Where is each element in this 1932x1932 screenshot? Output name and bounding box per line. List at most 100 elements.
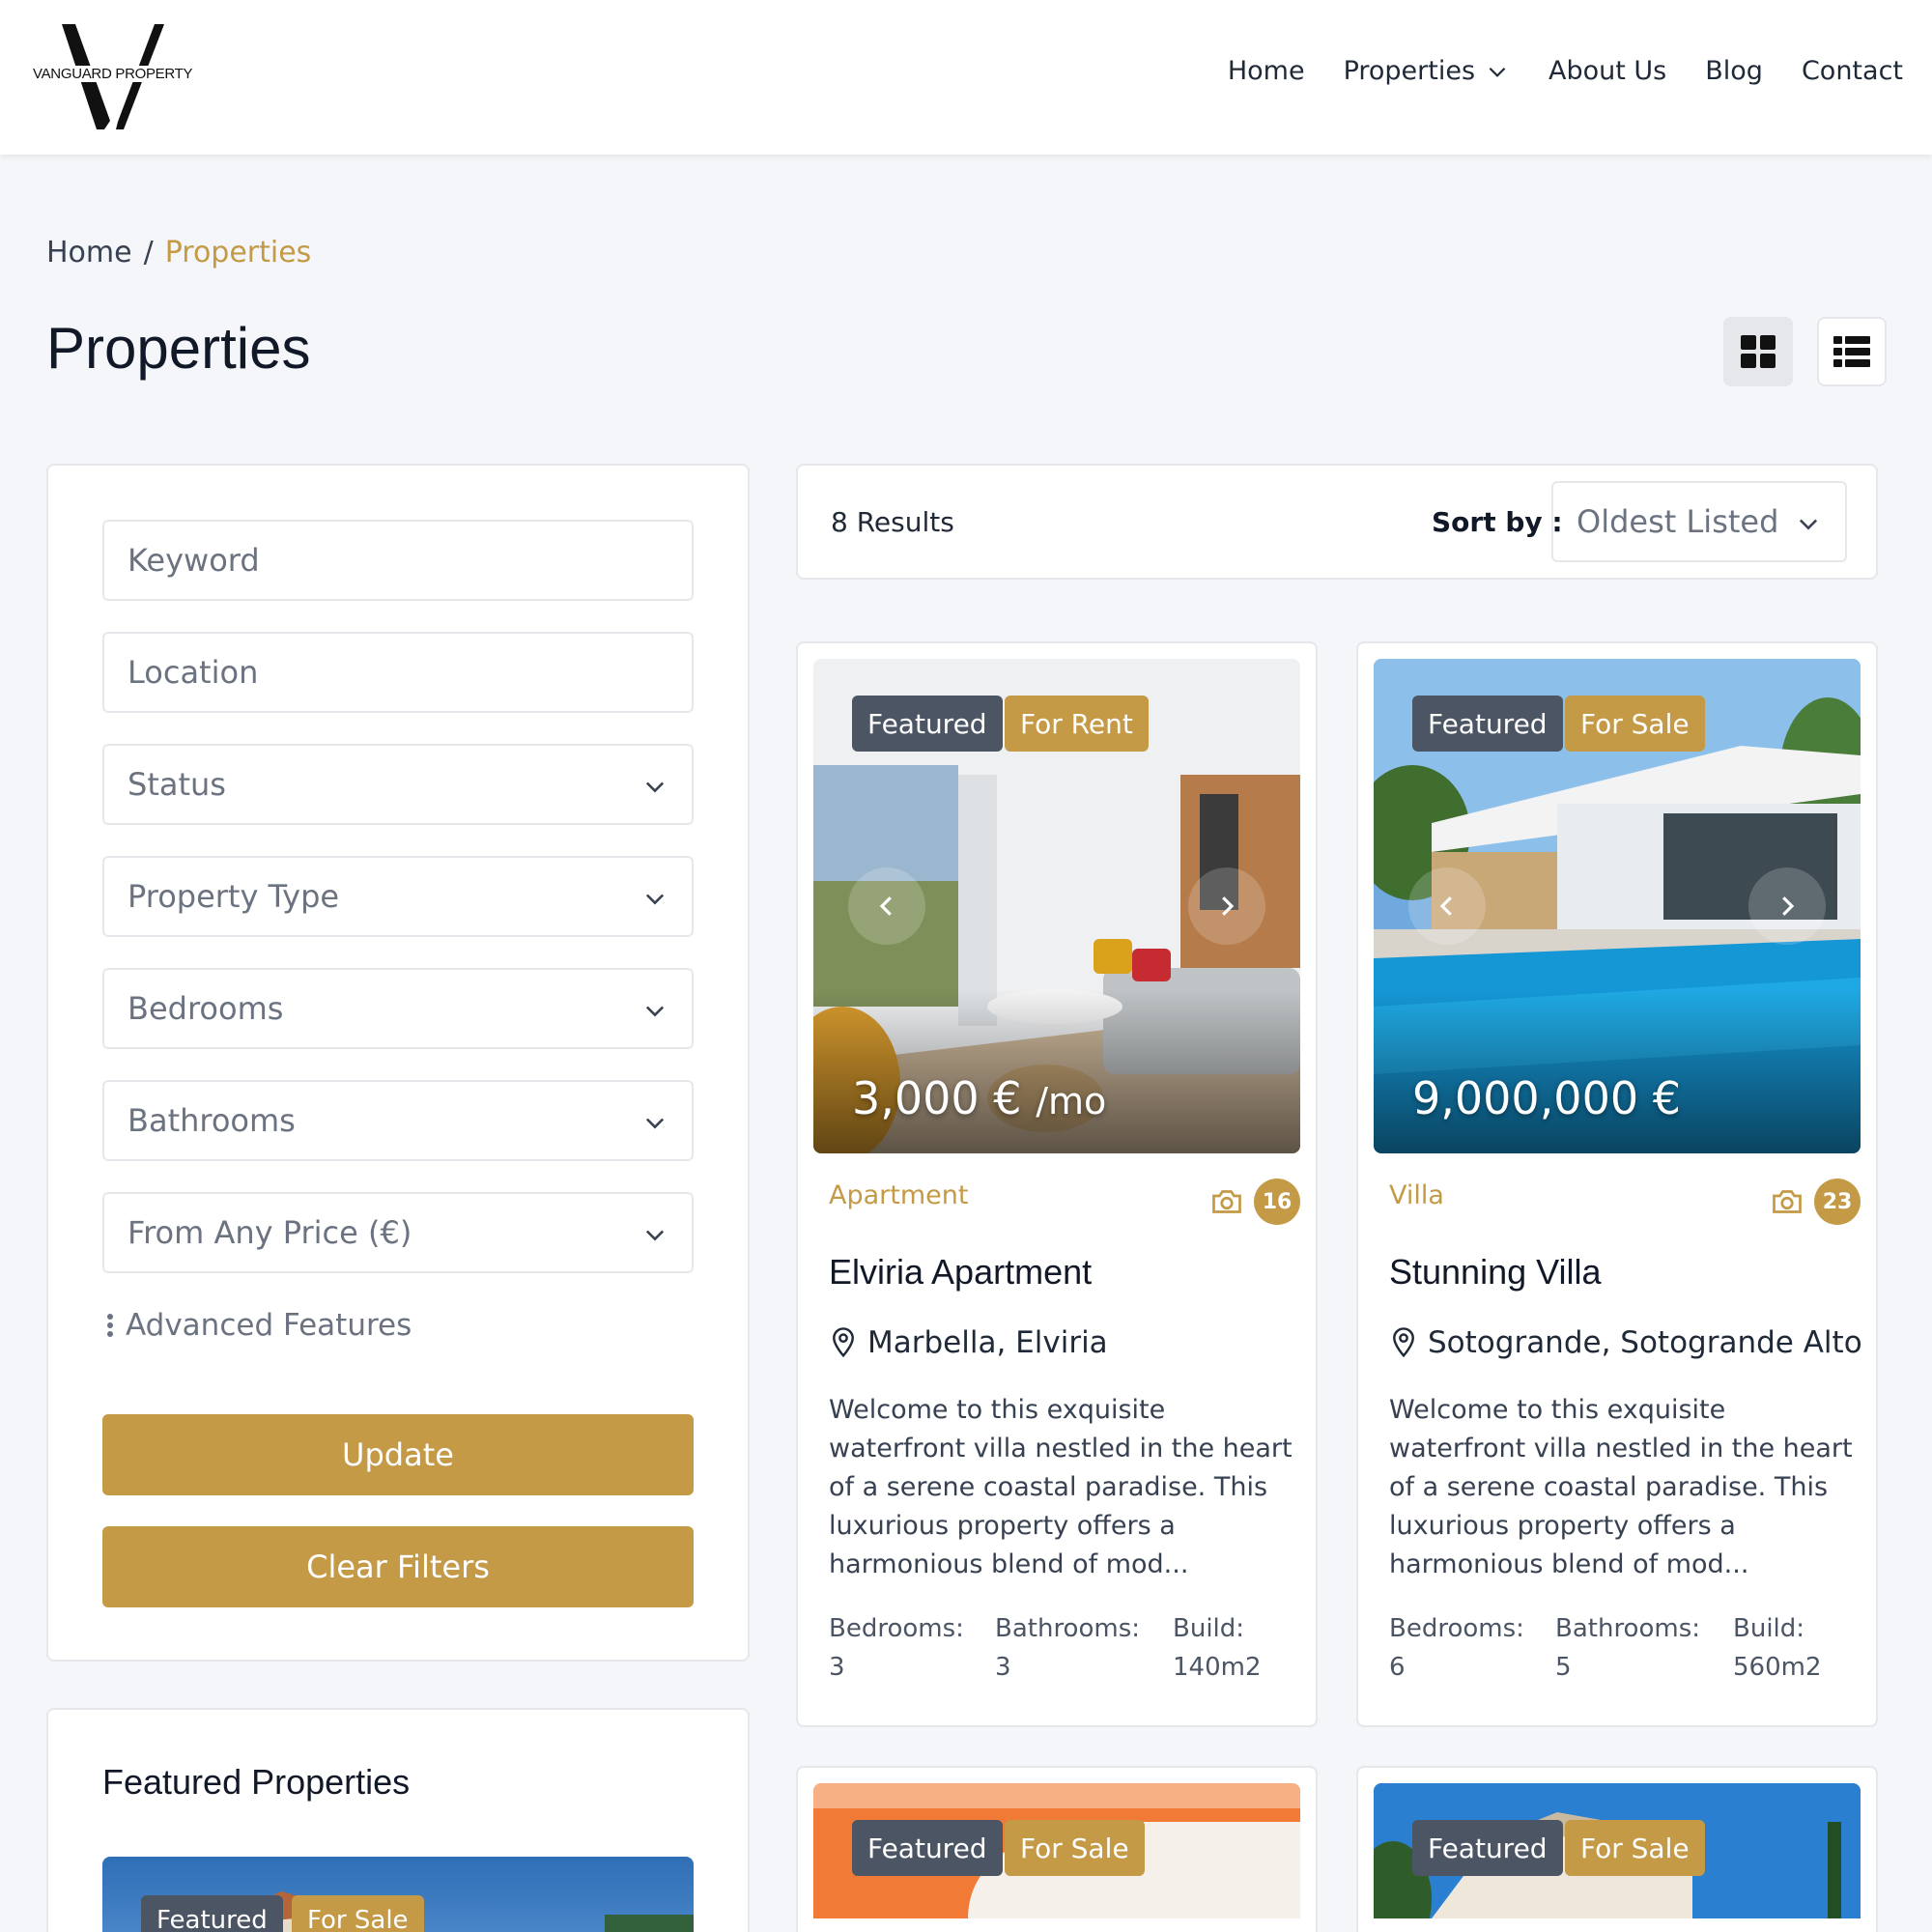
property-card[interactable]: Featured For Sale 9,000,000 € Villa 23 S… (1356, 641, 1878, 1727)
map-pin-icon (1393, 1327, 1414, 1358)
status-badge: For Sale (1565, 696, 1705, 752)
status-badge: For Sale (1565, 1820, 1705, 1876)
clear-filters-button[interactable]: Clear Filters (102, 1526, 694, 1607)
spec-bedrooms: Bedrooms: 3 (829, 1609, 964, 1687)
image-gradient (1374, 989, 1861, 1153)
property-title[interactable]: Elviria Apartment (829, 1252, 1092, 1293)
chevron-down-icon (645, 781, 665, 793)
camera-icon (1212, 1190, 1241, 1213)
property-description: Welcome to this exquisite waterfront vil… (1389, 1395, 1853, 1579)
vanguard-logo[interactable]: VANGUARD PROPERTY (29, 21, 195, 132)
location-placeholder: Location (128, 654, 259, 691)
property-location: Sotogrande, Sotogrande Alto (1389, 1325, 1862, 1360)
nav-contact[interactable]: Contact (1802, 56, 1903, 86)
sort-select-value: Oldest Listed (1577, 503, 1779, 540)
spec-build-value: 560m2 (1733, 1653, 1822, 1682)
status-select-label: Status (128, 766, 226, 803)
spec-build: Build: 560m2 (1733, 1609, 1822, 1687)
prev-image-button[interactable] (848, 867, 925, 945)
camera-icon (1773, 1190, 1802, 1213)
chevron-right-icon (1782, 896, 1795, 916)
next-image-button[interactable] (1188, 867, 1265, 945)
chevron-down-icon (1799, 519, 1818, 530)
price-value: 9,000,000 € (1412, 1072, 1681, 1124)
property-card[interactable]: Featured For Sale (796, 1766, 1318, 1932)
spec-bedrooms-value: 3 (829, 1653, 845, 1682)
spec-bathrooms: Bathrooms: 5 (1555, 1609, 1700, 1687)
sort-select[interactable]: Oldest Listed (1551, 481, 1847, 562)
featured-properties-panel: Featured Properties Featured For Sale (46, 1708, 750, 1932)
results-bar: 8 Results Sort by : Oldest Listed (796, 464, 1878, 580)
featured-badge: Featured (852, 696, 1003, 752)
featured-properties-title: Featured Properties (102, 1762, 411, 1802)
logo-wordmark: VANGUARD PROPERTY (31, 66, 195, 82)
image-gradient (813, 989, 1300, 1153)
advanced-features-toggle[interactable]: Advanced Features (106, 1308, 412, 1343)
property-price: 9,000,000 € (1412, 1072, 1681, 1124)
property-type: Villa (1389, 1180, 1444, 1210)
property-image[interactable]: Featured For Sale 9,000,000 € (1374, 659, 1861, 1153)
keyword-placeholder: Keyword (128, 542, 260, 579)
location-input[interactable]: Location (102, 632, 694, 713)
bathrooms-select[interactable]: Bathrooms (102, 1080, 694, 1161)
keyword-input[interactable]: Keyword (102, 520, 694, 601)
nav-properties[interactable]: Properties (1344, 56, 1510, 86)
map-pin-icon (833, 1327, 854, 1358)
featured-badge: Featured (141, 1895, 283, 1932)
spec-bedrooms-value: 6 (1389, 1653, 1406, 1682)
chevron-down-icon (645, 1006, 665, 1017)
nav-home[interactable]: Home (1228, 56, 1305, 86)
prev-image-button[interactable] (1408, 867, 1486, 945)
property-card[interactable]: Featured For Sale (1356, 1766, 1878, 1932)
property-image[interactable]: Featured For Rent 3,000 € /mo (813, 659, 1300, 1153)
breadcrumb: Home / Properties (46, 236, 311, 270)
price-select[interactable]: From Any Price (€) (102, 1192, 694, 1273)
list-view-button[interactable] (1817, 317, 1887, 386)
nav-about[interactable]: About Us (1548, 56, 1666, 86)
property-image[interactable]: Featured For Sale (813, 1783, 1300, 1918)
breadcrumb-separator: / (143, 236, 154, 270)
update-button[interactable]: Update (102, 1414, 694, 1495)
property-location: Marbella, Elviria (829, 1325, 1108, 1360)
bedrooms-select-label: Bedrooms (128, 990, 284, 1027)
bedrooms-select[interactable]: Bedrooms (102, 968, 694, 1049)
grid-view-button[interactable] (1723, 317, 1793, 386)
photo-count-badge: 23 (1814, 1179, 1861, 1225)
breadcrumb-home[interactable]: Home (46, 236, 132, 270)
spec-bedrooms-label: Bedrooms: (1389, 1614, 1524, 1643)
list-icon (1833, 336, 1870, 367)
site-header: VANGUARD PROPERTY Home Properties About … (0, 0, 1932, 155)
featured-property-image[interactable]: Featured For Sale (102, 1857, 694, 1932)
filter-panel: Keyword Location Status Property Type Be… (46, 464, 750, 1662)
property-card[interactable]: Featured For Rent 3,000 € /mo Apartment … (796, 641, 1318, 1727)
chevron-left-icon (1439, 896, 1452, 916)
price-value: 3,000 € (852, 1072, 1022, 1124)
featured-badge: Featured (1412, 696, 1563, 752)
chevron-down-icon (645, 1230, 665, 1241)
nav-blog[interactable]: Blog (1705, 56, 1763, 86)
next-image-button[interactable] (1748, 867, 1826, 945)
spec-bathrooms: Bathrooms: 3 (995, 1609, 1140, 1687)
more-vertical-icon (107, 1314, 113, 1337)
page-title: Properties (46, 316, 311, 381)
property-type-select[interactable]: Property Type (102, 856, 694, 937)
property-description: Welcome to this exquisite waterfront vil… (829, 1395, 1293, 1579)
status-select[interactable]: Status (102, 744, 694, 825)
location-text: Marbella, Elviria (867, 1325, 1108, 1360)
property-title[interactable]: Stunning Villa (1389, 1252, 1602, 1293)
sort-label: Sort by : (1432, 506, 1563, 538)
featured-badge: Featured (1412, 1820, 1563, 1876)
nav-properties-label: Properties (1343, 56, 1476, 86)
spec-build-label: Build: (1173, 1614, 1245, 1643)
breadcrumb-current: Properties (164, 236, 312, 270)
property-image[interactable]: Featured For Sale (1374, 1783, 1861, 1918)
spec-bedrooms: Bedrooms: 6 (1389, 1609, 1524, 1687)
grid-icon (1741, 335, 1776, 368)
spec-bathrooms-value: 3 (995, 1653, 1011, 1682)
property-type-select-label: Property Type (128, 878, 340, 915)
spec-build-value: 140m2 (1173, 1653, 1262, 1682)
main-nav: Home Properties About Us Blog Contact (1228, 56, 1903, 86)
spec-bedrooms-label: Bedrooms: (829, 1614, 964, 1643)
location-text: Sotogrande, Sotogrande Alto (1428, 1325, 1862, 1360)
featured-badge: Featured (852, 1820, 1003, 1876)
